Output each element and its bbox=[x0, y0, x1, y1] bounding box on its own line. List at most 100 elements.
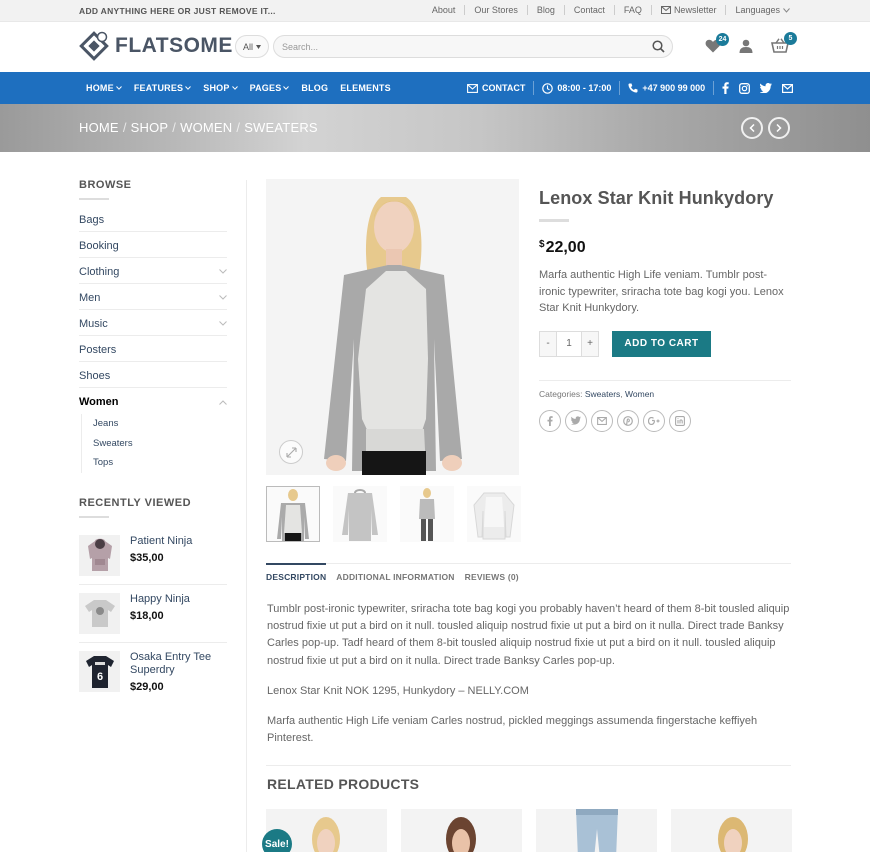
pinterest-icon bbox=[623, 415, 633, 426]
description-paragraph: Lenox Star Knit NOK 1295, Hunkydory – NE… bbox=[267, 684, 529, 697]
product-name[interactable]: Patient Ninja bbox=[130, 535, 192, 548]
category-label: Women bbox=[79, 396, 119, 408]
share-email-button[interactable] bbox=[591, 409, 613, 432]
gallery-thumbnail[interactable] bbox=[266, 486, 320, 542]
category-item-men[interactable]: Men bbox=[79, 284, 227, 310]
search-input[interactable]: Search... bbox=[273, 35, 673, 58]
top-link-stores[interactable]: Our Stores bbox=[474, 5, 518, 15]
category-item-bags[interactable]: Bags bbox=[79, 206, 227, 232]
cart-button[interactable]: 5 bbox=[771, 32, 797, 56]
gallery-thumbnail[interactable] bbox=[333, 486, 387, 542]
nav-contact-link[interactable]: CONTACT bbox=[467, 83, 525, 93]
category-item-clothing[interactable]: Clothing bbox=[79, 258, 227, 284]
header-icons: 24 5 bbox=[705, 32, 797, 56]
related-product-card[interactable] bbox=[401, 809, 522, 852]
nav-item-home[interactable]: HOME bbox=[86, 83, 122, 93]
chevron-down-icon[interactable] bbox=[219, 295, 227, 300]
list-item[interactable]: 6 Osaka Entry Tee Superdry $29,00 bbox=[79, 643, 227, 701]
product-thumbnail[interactable] bbox=[79, 534, 120, 576]
product-main-image[interactable] bbox=[266, 179, 519, 475]
wishlist-button[interactable]: 24 bbox=[705, 32, 729, 56]
product-info: Lenox Star Knit Hunkydory $22,00 Marfa a… bbox=[539, 188, 791, 432]
category-label: Clothing bbox=[79, 265, 120, 278]
share-googleplus-button[interactable] bbox=[643, 409, 665, 432]
chevron-down-icon[interactable] bbox=[219, 269, 227, 274]
languages-dropdown[interactable]: Languages bbox=[735, 5, 790, 15]
breadcrumb-women[interactable]: WOMEN bbox=[180, 120, 232, 135]
zoom-button[interactable] bbox=[279, 440, 303, 464]
chevron-down-icon[interactable] bbox=[219, 321, 227, 326]
category-link-women[interactable]: Women bbox=[625, 389, 654, 399]
product-name[interactable]: Osaka Entry Tee Superdry bbox=[130, 651, 227, 677]
tab-reviews[interactable]: REVIEWS (0) bbox=[465, 564, 519, 587]
previous-product-button[interactable] bbox=[741, 117, 763, 139]
product-thumbnail[interactable] bbox=[79, 592, 120, 634]
related-product-card[interactable] bbox=[671, 809, 792, 852]
chevron-down-icon bbox=[231, 86, 238, 90]
product-price: $22,00 bbox=[539, 239, 791, 257]
nav-item-shop[interactable]: SHOP bbox=[203, 83, 238, 93]
email-icon[interactable] bbox=[782, 83, 794, 93]
nav-item-blog[interactable]: BLOG bbox=[301, 83, 328, 93]
category-item-music[interactable]: Music bbox=[79, 310, 227, 336]
top-link-blog[interactable]: Blog bbox=[537, 5, 555, 15]
instagram-icon[interactable] bbox=[739, 82, 751, 94]
subcategory-item-jeans[interactable]: Jeans bbox=[93, 414, 227, 434]
share-twitter-button[interactable] bbox=[565, 409, 587, 432]
share-pinterest-button[interactable] bbox=[617, 409, 639, 432]
next-product-button[interactable] bbox=[768, 117, 790, 139]
category-item-shoes[interactable]: Shoes bbox=[79, 362, 227, 388]
logo[interactable]: FLATSOME bbox=[79, 31, 233, 61]
search-category-select[interactable]: All bbox=[235, 35, 269, 58]
quantity-input[interactable]: 1 bbox=[556, 331, 582, 356]
search-placeholder: Search... bbox=[282, 42, 319, 52]
twitter-icon[interactable] bbox=[760, 83, 773, 93]
list-item[interactable]: Happy Ninja $18,00 bbox=[79, 585, 227, 643]
category-item-booking[interactable]: Booking bbox=[79, 232, 227, 258]
price-amount: 22,00 bbox=[545, 239, 586, 256]
category-link-sweaters[interactable]: Sweaters bbox=[585, 389, 620, 399]
top-link-contact[interactable]: Contact bbox=[574, 5, 605, 15]
category-label: Bags bbox=[79, 213, 105, 226]
chevron-down-icon bbox=[783, 7, 790, 13]
subcategory-item-tops[interactable]: Tops bbox=[93, 453, 227, 473]
share-icons bbox=[539, 409, 791, 432]
product-gallery-thumbnails bbox=[266, 486, 521, 542]
share-facebook-button[interactable] bbox=[539, 409, 561, 432]
related-product-card[interactable] bbox=[536, 809, 657, 852]
breadcrumb-shop[interactable]: SHOP bbox=[131, 120, 169, 135]
nav-phone[interactable]: +47 900 99 000 bbox=[628, 83, 705, 93]
add-to-cart-button[interactable]: ADD TO CART bbox=[612, 330, 711, 357]
twitter-icon bbox=[571, 416, 581, 425]
share-linkedin-button[interactable] bbox=[669, 409, 691, 432]
product-thumbnail[interactable]: 6 bbox=[79, 650, 120, 692]
top-link-about[interactable]: About bbox=[432, 5, 456, 15]
product-price: $29,00 bbox=[130, 680, 164, 693]
category-item-women[interactable]: Women bbox=[79, 388, 227, 414]
product-name[interactable]: Happy Ninja bbox=[130, 593, 190, 606]
nav-item-pages[interactable]: PAGES bbox=[250, 83, 290, 93]
top-link-faq[interactable]: FAQ bbox=[624, 5, 642, 15]
nav-item-elements[interactable]: ELEMENTS bbox=[340, 83, 391, 93]
category-item-posters[interactable]: Posters bbox=[79, 336, 227, 362]
subcategory-item-sweaters[interactable]: Sweaters bbox=[93, 434, 227, 454]
breadcrumb-home[interactable]: HOME bbox=[79, 120, 119, 135]
quantity-stepper: - 1 + bbox=[539, 330, 599, 357]
tab-additional-information[interactable]: ADDITIONAL INFORMATION bbox=[336, 564, 454, 587]
quantity-plus-button[interactable]: + bbox=[582, 331, 598, 356]
chevron-left-icon bbox=[749, 124, 755, 132]
nav-item-features[interactable]: FEATURES bbox=[134, 83, 192, 93]
tab-description[interactable]: DESCRIPTION bbox=[266, 563, 327, 587]
gallery-thumbnail[interactable] bbox=[400, 486, 454, 542]
quantity-minus-button[interactable]: - bbox=[540, 331, 556, 356]
chevron-up-icon[interactable] bbox=[219, 399, 227, 405]
search-icon[interactable] bbox=[652, 40, 665, 53]
nav-phone-label: +47 900 99 000 bbox=[642, 83, 706, 93]
list-item[interactable]: Patient Ninja $35,00 bbox=[79, 527, 227, 585]
facebook-icon[interactable] bbox=[722, 82, 729, 94]
gallery-thumbnail[interactable] bbox=[467, 486, 521, 542]
thumbnail-flat-image bbox=[473, 492, 515, 540]
account-button[interactable] bbox=[739, 39, 753, 56]
related-products-title: RELATED PRODUCTS bbox=[267, 776, 420, 792]
newsletter-link[interactable]: Newsletter bbox=[660, 5, 716, 15]
